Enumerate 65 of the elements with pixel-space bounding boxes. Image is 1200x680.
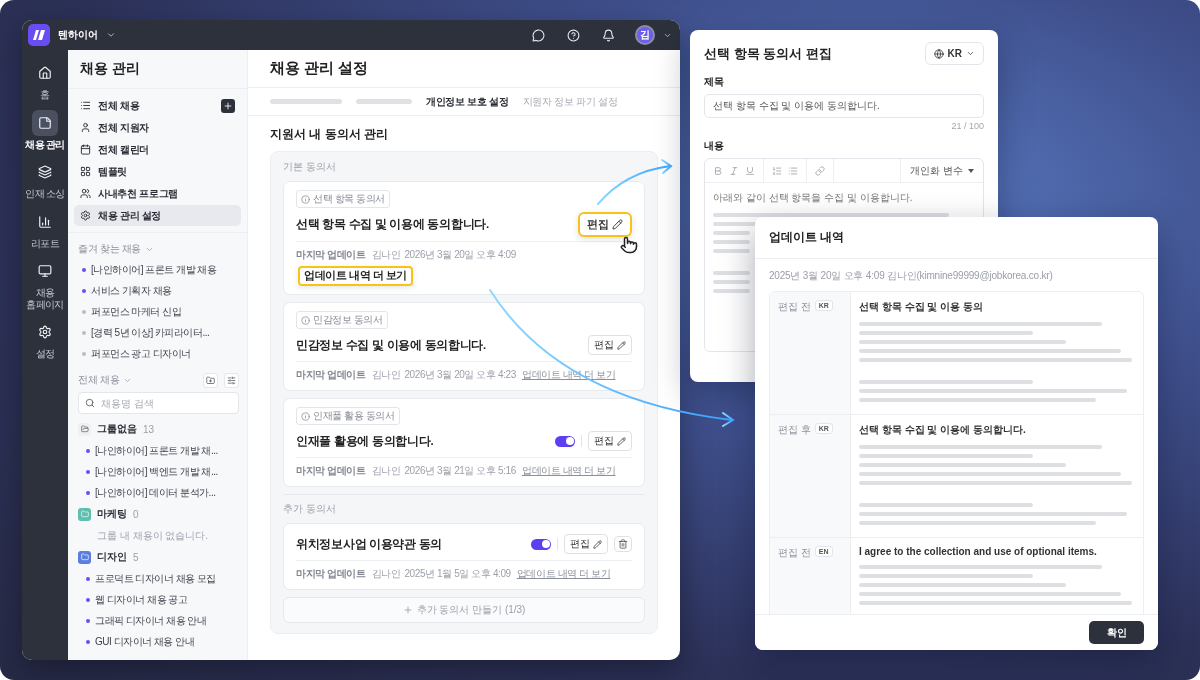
workspace-name: 텐하이어 bbox=[58, 28, 98, 42]
version-label: 편집 전 bbox=[778, 546, 811, 560]
consent-heading: 선택 항목 수집 및 이용에 동의합니다. bbox=[859, 423, 1027, 437]
job-title: GUI 디자이너 채용 안내 bbox=[95, 634, 195, 649]
job-title: 프로덕트 디자이너 채용 모집 bbox=[95, 571, 216, 586]
section-heading: 지원서 내 동의서 관리 bbox=[270, 126, 389, 143]
dialog-title: 선택 항목 동의서 편집 bbox=[704, 44, 832, 63]
update-label: 마지막 업데이트 bbox=[296, 368, 366, 382]
character-counter: 21 / 100 bbox=[950, 120, 985, 133]
tag-text: 인재풀 활용 동의서 bbox=[313, 409, 395, 423]
nav-label: 전체 지원자 bbox=[98, 120, 150, 135]
group-label: 추가 동의서 bbox=[283, 502, 337, 516]
update-meta: 2025년 3월 20일 오후 4:09 김나인(kimnine99999@jobkorea.co.kr) bbox=[769, 269, 1053, 283]
update-label: 마지막 업데이트 bbox=[296, 567, 366, 581]
updated-by: 김나인 bbox=[371, 368, 401, 382]
consent-title: 민감정보 수집 및 이용에 동의합니다. bbox=[296, 337, 487, 353]
empty-message: 그룹 내 채용이 없습니다. bbox=[96, 528, 210, 543]
consent-heading: 선택 항목 수집 및 이용 동의 bbox=[859, 300, 984, 314]
job-title: [나인하이어] 프론트 개발 채... bbox=[95, 443, 218, 458]
section-title: 즐겨 찾는 채용 bbox=[78, 242, 142, 256]
nav-label: 전체 캘린더 bbox=[98, 142, 150, 157]
job-title: 퍼포먼스 광고 디자이너 bbox=[91, 346, 191, 361]
consent-title: 인재풀 활용에 동의합니다. bbox=[296, 433, 435, 449]
group-name: 디자인 bbox=[97, 550, 127, 564]
nav-label: 템플릿 bbox=[98, 164, 129, 179]
field-label: 내용 bbox=[703, 139, 725, 153]
editor-text: 아래와 같이 선택 항목을 수집 및 이용합니다. bbox=[713, 191, 914, 205]
update-label: 마지막 업데이트 bbox=[296, 464, 366, 478]
updated-at: 2026년 3월 20일 오후 4:23 bbox=[404, 368, 516, 382]
updated-by: 김나인 bbox=[371, 567, 401, 581]
tag-text: 선택 항목 동의서 bbox=[313, 192, 385, 206]
nav-label: 채용 관리 설정 bbox=[98, 208, 163, 223]
group-count: 0 bbox=[133, 508, 139, 520]
job-title: [나인하이어] 데이터 분석가... bbox=[95, 485, 216, 500]
version-label: 편집 후 bbox=[778, 423, 811, 437]
updated-by: 김나인 bbox=[371, 464, 401, 478]
group-name: 그룹없음 bbox=[97, 422, 137, 436]
dialog-title: 업데이트 내역 bbox=[755, 217, 1158, 259]
nav-label: 사내추천 프로그램 bbox=[98, 186, 180, 201]
group-count: 5 bbox=[133, 551, 139, 563]
job-title: [경력 5년 이상] 카피라이터... bbox=[91, 325, 210, 340]
updated-at: 2025년 1월 5일 오후 4:09 bbox=[404, 567, 511, 581]
page-title: 채용 관리 설정 bbox=[248, 50, 680, 88]
job-title: 웹 디자이너 채용 공고 bbox=[95, 592, 188, 607]
consent-heading: I agree to the collection and use of optional items. bbox=[859, 546, 1098, 557]
version-label: 편집 전 bbox=[778, 300, 811, 314]
nav-label: 전체 채용 bbox=[98, 98, 141, 113]
consent-title: 위치정보사업 이용약관 동의 bbox=[296, 536, 444, 552]
tag-text: 민감정보 동의서 bbox=[313, 313, 383, 327]
consent-title: 선택 항목 수집 및 이용에 동의합니다. bbox=[296, 217, 490, 232]
field-label: 제목 bbox=[703, 75, 725, 89]
job-title: 그래픽 디자이너 채용 안내 bbox=[95, 613, 207, 628]
job-title: [나인하이어] 백엔드 개발 채... bbox=[95, 464, 218, 479]
group-count: 13 bbox=[143, 423, 155, 435]
update-label: 마지막 업데이트 bbox=[296, 248, 366, 262]
job-title: 퍼포먼스 마케터 신입 bbox=[91, 304, 182, 319]
job-title: 서비스 기획자 채용 bbox=[91, 283, 172, 298]
sidebar-title: 채용 관리 bbox=[68, 50, 247, 89]
section-title: 전체 채용 bbox=[78, 373, 120, 387]
updated-at: 2026년 3월 21일 오후 5:16 bbox=[404, 464, 516, 478]
job-title: [나인하이어] 프론트 개발 채용 bbox=[91, 262, 217, 277]
group-name: 마케팅 bbox=[97, 507, 127, 521]
group-label: 기본 동의서 bbox=[283, 160, 337, 174]
updated-at: 2026년 3월 20일 오후 4:09 bbox=[404, 248, 516, 262]
updated-by: 김나인 bbox=[371, 248, 401, 262]
